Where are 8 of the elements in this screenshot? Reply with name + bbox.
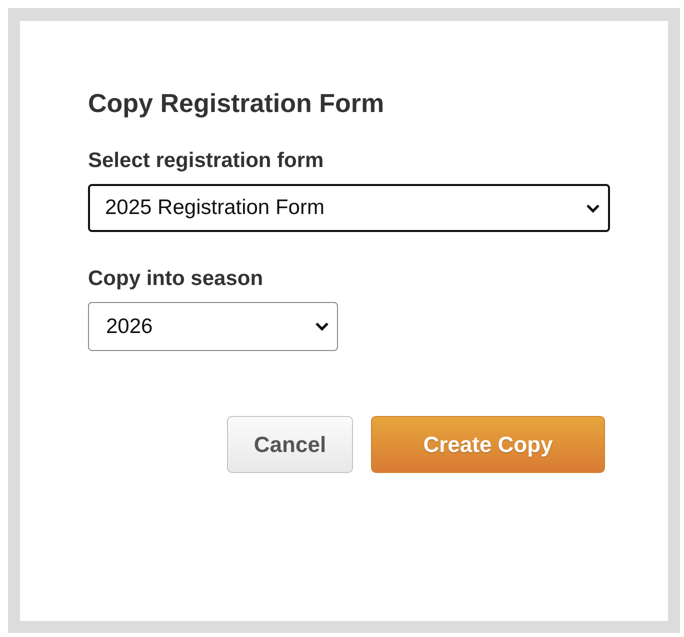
chevron-down-icon bbox=[315, 322, 329, 331]
dropdown-select[interactable]: 2026 bbox=[88, 302, 338, 351]
dialog-title: Copy Registration Form bbox=[88, 87, 386, 119]
dropdown-select[interactable]: 2025 Registration Form bbox=[88, 184, 610, 232]
field-label: Copy into season bbox=[88, 266, 264, 292]
chevron-down-icon bbox=[586, 204, 600, 212]
field-label: Select registration form bbox=[88, 148, 325, 174]
cancel-button[interactable]: Cancel bbox=[227, 416, 353, 473]
